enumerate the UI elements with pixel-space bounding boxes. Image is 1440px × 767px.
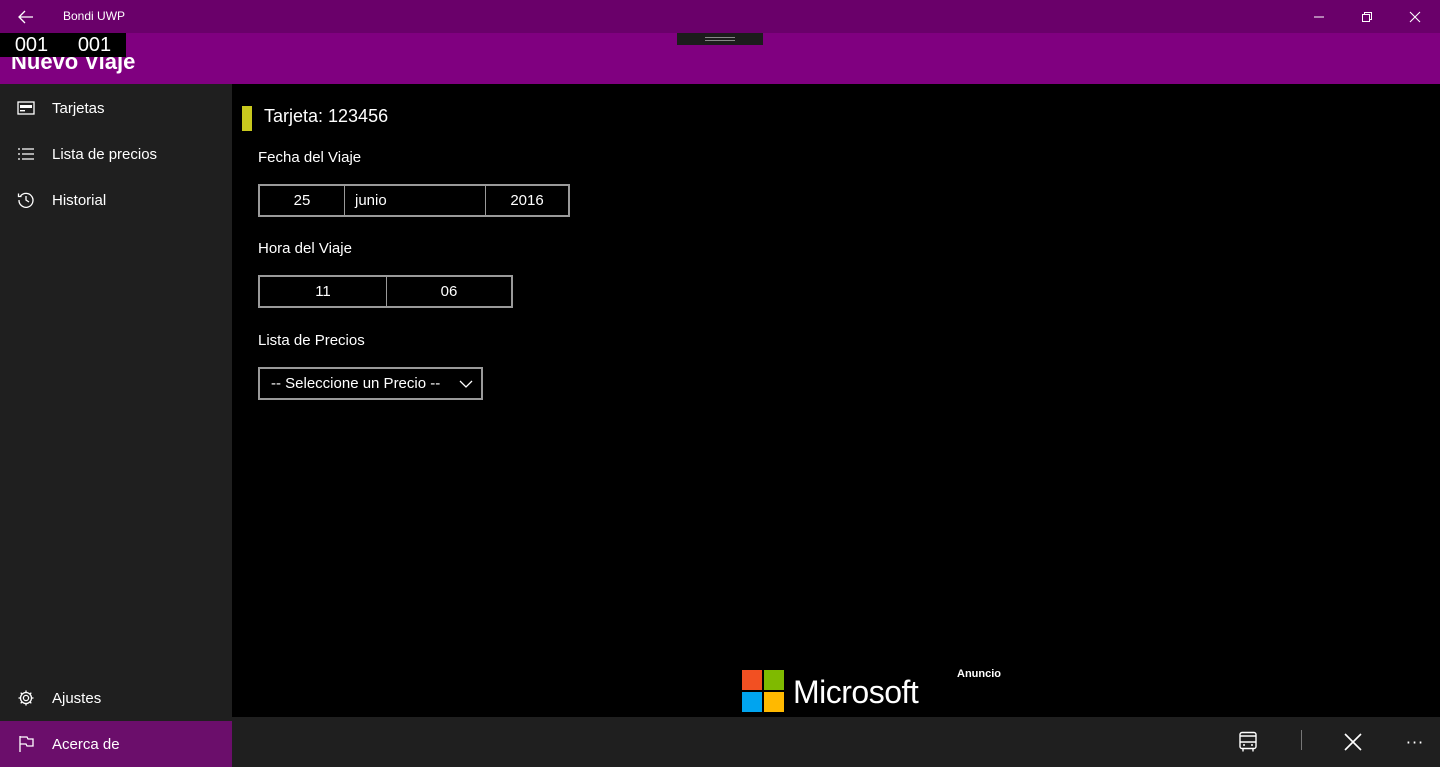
time-hour[interactable]: 11: [260, 277, 387, 306]
page-header: Nuevo Viaje 001 001: [0, 33, 1440, 84]
card-accent-bar: [242, 106, 252, 131]
command-separator: [1301, 730, 1302, 750]
price-select[interactable]: -- Seleccione un Precio --: [258, 367, 483, 400]
command-bar: ···: [232, 717, 1440, 767]
cancel-icon: [1344, 733, 1362, 751]
drag-handle[interactable]: [677, 33, 763, 45]
sidebar-item-lista-de-precios[interactable]: Lista de precios: [0, 131, 232, 177]
ad-label: Anuncio: [957, 668, 1001, 680]
time-label: Hora del Viaje: [258, 240, 352, 257]
date-label: Fecha del Viaje: [258, 149, 362, 166]
cancel-button[interactable]: [1328, 717, 1378, 767]
sidebar-item-label: Tarjetas: [52, 99, 105, 117]
time-minute[interactable]: 06: [387, 277, 511, 306]
list-icon: [18, 148, 34, 160]
restore-icon: [1362, 11, 1372, 22]
minimize-icon: [1314, 16, 1324, 17]
sidebar-item-label: Lista de precios: [52, 145, 158, 163]
sidebar-item-tarjetas[interactable]: Tarjetas: [0, 85, 232, 131]
main-content: Tarjeta: 123456 Fecha del Viaje 25 junio…: [232, 84, 1440, 717]
bus-icon: [1239, 731, 1257, 752]
card-title: Tarjeta: 123456: [264, 106, 389, 126]
card-icon: [17, 101, 35, 115]
minimize-button[interactable]: [1296, 0, 1342, 33]
time-picker[interactable]: 11 06: [258, 275, 513, 308]
gear-icon: [18, 690, 34, 706]
price-list-label: Lista de Precios: [258, 332, 365, 349]
date-month[interactable]: junio: [345, 186, 486, 215]
counter-value: 001: [14, 34, 49, 56]
sidebar-item-acerca-de[interactable]: Acerca de: [0, 721, 232, 767]
sidebar: Tarjetas Lista de precios Historial Ajus…: [0, 84, 232, 767]
sidebar-item-label: Ajustes: [52, 689, 102, 707]
chevron-down-icon: [459, 380, 473, 388]
restore-button[interactable]: [1344, 0, 1390, 33]
close-icon: [1409, 11, 1421, 22]
title-bar: Bondi UWP: [0, 0, 1440, 33]
more-icon: ···: [1405, 732, 1425, 752]
sidebar-item-label: Historial: [52, 191, 107, 209]
date-year[interactable]: 2016: [486, 186, 568, 215]
counter-value: 001: [77, 34, 112, 56]
window-title: Bondi UWP: [63, 9, 126, 23]
microsoft-logo: [742, 670, 784, 712]
close-button[interactable]: [1392, 0, 1438, 33]
bus-button[interactable]: [1223, 717, 1273, 767]
frame-counter: 001 001: [0, 33, 126, 57]
date-day[interactable]: 25: [260, 186, 345, 215]
history-icon: [17, 192, 34, 208]
back-button[interactable]: [10, 0, 42, 33]
sidebar-item-historial[interactable]: Historial: [0, 177, 232, 223]
sidebar-item-ajustes[interactable]: Ajustes: [0, 675, 232, 721]
price-select-value: -- Seleccione un Precio --: [271, 375, 441, 392]
sidebar-item-label: Acerca de: [52, 735, 120, 753]
flag-icon: [19, 736, 34, 752]
more-button[interactable]: ···: [1390, 717, 1440, 767]
date-picker[interactable]: 25 junio 2016: [258, 184, 570, 217]
back-arrow-icon: [18, 10, 33, 23]
ad-brand: Microsoft: [793, 674, 919, 710]
